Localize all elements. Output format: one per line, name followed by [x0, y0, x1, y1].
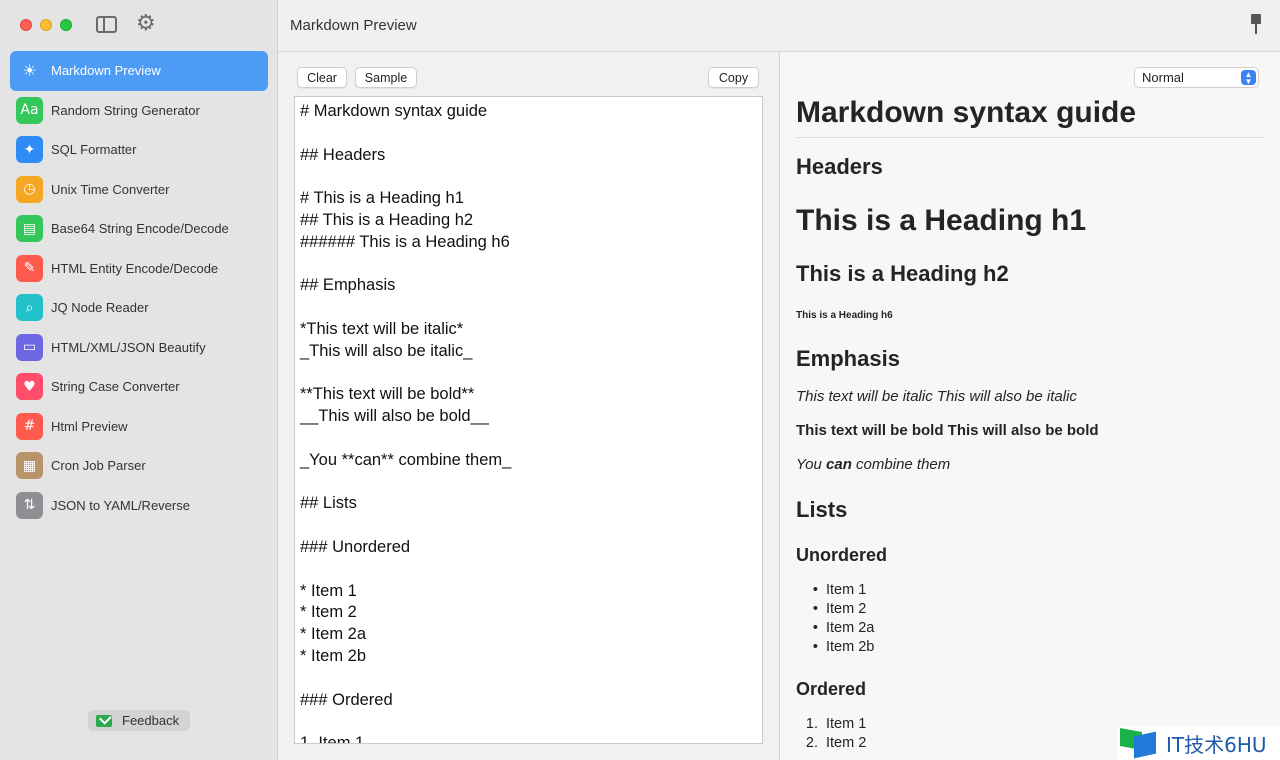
- list-item: • Item 2a: [796, 619, 874, 638]
- preview-h2-emphasis: Emphasis: [796, 346, 900, 371]
- sidebar-item-label: JSON to YAML/Reverse: [51, 497, 190, 513]
- heading-rule: [796, 137, 1264, 138]
- editor-pane: Clear Sample Copy # Markdown syntax guid…: [278, 52, 779, 760]
- sidebar-item-label: Html Preview: [51, 418, 128, 434]
- list-item-text: Item 2: [826, 735, 867, 751]
- preview-h3-unordered: Unordered: [796, 545, 888, 565]
- clear-button[interactable]: Clear: [297, 67, 347, 88]
- preview-mode-select[interactable]: Normal ▲ ▼: [1134, 67, 1259, 88]
- list-item-text: Item 2a: [826, 620, 875, 636]
- sidebar-item-label: Random String Generator: [51, 102, 200, 118]
- sidebar-item-json-to-yaml-reverse[interactable]: ⇅ JSON to YAML/Reverse: [10, 486, 268, 526]
- combine-can: can: [826, 456, 852, 473]
- page-title: Markdown Preview: [290, 17, 417, 34]
- list-item-text: Item 2: [826, 601, 867, 617]
- copy-button[interactable]: Copy: [708, 67, 759, 88]
- sidebar-item-label: HTML Entity Encode/Decode: [51, 260, 219, 276]
- sidebar-item-label: JQ Node Reader: [51, 300, 149, 316]
- preview-h3-ordered: Ordered: [796, 679, 867, 699]
- swap-icon: ⇅: [16, 491, 43, 519]
- sun-icon: ☀: [22, 61, 37, 81]
- sidebar-item-random-string-generator[interactable]: Aa Random String Generator: [10, 91, 268, 131]
- sidebar-item-label: Base64 String Encode/Decode: [51, 221, 229, 237]
- sidebar-item-unix-time-converter[interactable]: ◷ Unix Time Converter: [10, 170, 268, 210]
- bullet-marker: •: [812, 620, 818, 636]
- gear-icon[interactable]: ⚙: [136, 12, 156, 36]
- sidebar-item-cron-job-parser[interactable]: ▦ Cron Job Parser: [10, 446, 268, 486]
- list-item-text: Item 1: [826, 716, 867, 732]
- preview-unordered-list: • Item 1 • Item 2 • Item 2a • Item 2b: [796, 581, 874, 657]
- preview-bold-line: This text will be bold This will also be…: [796, 422, 1099, 439]
- message-icon: ▤: [16, 215, 43, 243]
- magnifier-icon: ⌕: [16, 294, 43, 322]
- feather-icon: ✎: [16, 254, 43, 282]
- sidebar-item-label: SQL Formatter: [51, 142, 137, 158]
- sidebar-item-markdown-preview[interactable]: ☀ Markdown Preview: [10, 51, 268, 91]
- laptop-icon: ▭: [16, 333, 43, 361]
- close-window-button[interactable]: [20, 19, 32, 31]
- sidebar-item-label: String Case Converter: [51, 379, 180, 395]
- ordered-marker: 2.: [805, 735, 818, 751]
- updown-chevron-icon: ▲ ▼: [1241, 70, 1256, 85]
- watermark-logo-icon: [1120, 728, 1160, 759]
- sidebar-item-jq-node-reader[interactable]: ⌕ JQ Node Reader: [10, 288, 268, 328]
- sidebar-toggle-icon[interactable]: [96, 16, 117, 33]
- preview-h6-sample: This is a Heading h6: [796, 310, 893, 321]
- sidebar: ⚙ ☀ Markdown Preview Aa Random String Gener…: [0, 0, 278, 760]
- markdown-input[interactable]: # Markdown syntax guide ## Headers # Thi…: [294, 96, 763, 744]
- preview-h1-guide: Markdown syntax guide: [796, 96, 1137, 129]
- zoom-window-button[interactable]: [60, 19, 72, 31]
- sidebar-item-label: Markdown Preview: [51, 63, 161, 79]
- sidebar-nav: ☀ Markdown Preview Aa Random String Generat…: [10, 51, 268, 525]
- bullet-marker: •: [812, 601, 818, 617]
- list-item: • Item 2: [796, 600, 874, 619]
- feedback-button[interactable]: Feedback: [88, 710, 190, 731]
- bullet-marker: •: [812, 639, 818, 655]
- bullet-marker: •: [812, 582, 818, 598]
- markdown-input-text: # Markdown syntax guide ## Headers # Thi…: [300, 102, 512, 744]
- list-item: 1. Item 1: [796, 715, 866, 734]
- sidebar-item-html-entity-encode-decode[interactable]: ✎ HTML Entity Encode/Decode: [10, 249, 268, 289]
- preview-h2-lists: Lists: [796, 497, 848, 522]
- list-item: • Item 2b: [796, 638, 874, 657]
- heart-icon: ♥: [16, 373, 43, 401]
- app-window: ⚙ ☀ Markdown Preview Aa Random String Gener…: [0, 0, 1280, 760]
- combine-you: You: [796, 456, 827, 473]
- preview-mode-value: Normal: [1142, 70, 1184, 85]
- preview-pane: Normal ▲ ▼ Markdown syntax guide Headers …: [780, 52, 1280, 760]
- preview-h2-sample: This is a Heading h2: [796, 261, 1009, 286]
- ordered-marker: 1.: [805, 716, 818, 732]
- list-item-text: Item 2b: [826, 639, 875, 655]
- sample-button[interactable]: Sample: [355, 67, 417, 88]
- grid-icon: ▦: [16, 452, 43, 480]
- preview-ordered-list: 1. Item 1 2. Item 2: [796, 715, 866, 753]
- magic-wand-icon: ✦: [16, 136, 43, 164]
- sidebar-item-html-xml-json-beautify[interactable]: ▭ HTML/XML/JSON Beautify: [10, 328, 268, 368]
- clock-icon: ◷: [16, 175, 43, 203]
- sidebar-item-html-preview[interactable]: # Html Preview: [10, 407, 268, 447]
- minimize-window-button[interactable]: [40, 19, 52, 31]
- watermark: IT技术6HU: [1118, 726, 1280, 760]
- sidebar-item-label: HTML/XML/JSON Beautify: [51, 339, 206, 355]
- watermark-text: IT技术6HU: [1166, 732, 1267, 757]
- preview-h1-sample: This is a Heading h1: [796, 204, 1087, 237]
- pin-icon[interactable]: [1248, 14, 1264, 36]
- feedback-label: Feedback: [122, 713, 180, 728]
- combine-rest: combine them: [851, 456, 951, 473]
- sidebar-item-base64-string-encode-decode[interactable]: ▤ Base64 String Encode/Decode: [10, 209, 268, 249]
- preview-combine-line: You can combine them: [796, 456, 950, 473]
- toolbar: Markdown Preview: [278, 0, 1280, 52]
- mail-icon: [96, 714, 112, 727]
- list-item: • Item 1: [796, 581, 874, 600]
- list-item: 2. Item 2: [796, 734, 866, 753]
- list-item-text: Item 1: [826, 582, 867, 598]
- text-aa-icon: Aa: [16, 96, 43, 124]
- preview-h2-headers: Headers: [796, 154, 883, 179]
- sidebar-item-label: Unix Time Converter: [51, 181, 170, 197]
- sidebar-item-label: Cron Job Parser: [51, 458, 146, 474]
- hash-icon: #: [16, 412, 43, 440]
- sidebar-item-string-case-converter[interactable]: ♥ String Case Converter: [10, 367, 268, 407]
- preview-italic-line: This text will be italic This will also …: [796, 388, 1077, 405]
- sidebar-item-sql-formatter[interactable]: ✦ SQL Formatter: [10, 130, 268, 170]
